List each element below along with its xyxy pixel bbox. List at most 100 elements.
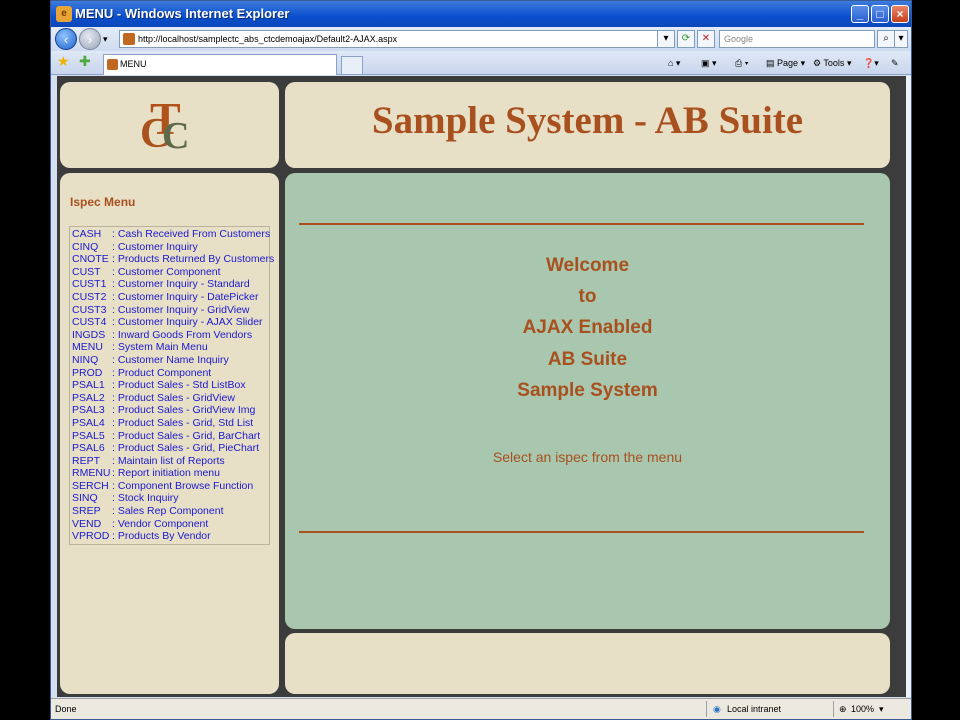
maximize-button[interactable]: □	[871, 5, 889, 23]
menu-item-code: SERCH	[72, 479, 109, 492]
history-dropdown-icon[interactable]: ▾	[103, 31, 108, 47]
menu-item-cash[interactable]: CASH: Cash Received From Customers	[70, 228, 270, 241]
menu-item-code: NINQ	[72, 353, 99, 366]
menu-item-label: : Inward Goods From Vendors	[112, 328, 253, 341]
feeds-icon[interactable]: ▣ ▾	[701, 55, 717, 71]
welcome-line-2: to	[578, 286, 597, 307]
address-dropdown-icon[interactable]: ▾	[657, 30, 675, 48]
zoom-level[interactable]: 100%	[851, 704, 874, 714]
menu-item-label: : Customer Component	[112, 265, 221, 278]
menu-item-psal6[interactable]: PSAL6 : Product Sales - Grid, PieChart	[70, 442, 269, 455]
help-icon[interactable]: ❓▾	[863, 55, 879, 71]
menu-item-code: PSAL1	[72, 379, 105, 392]
menu-item-psal1[interactable]: PSAL1 : Product Sales - Std ListBox	[70, 379, 269, 392]
menu-item-psal2[interactable]: PSAL2: Product Sales - GridView	[70, 392, 269, 405]
menu-item-code: MENU	[72, 341, 103, 354]
menu-item-label: : Product Sales - Std ListBox	[112, 379, 246, 392]
menu-item-menu[interactable]: MENU : System Main Menu	[70, 341, 269, 354]
menu-item-label: : Product Sales - Grid, PieChart	[112, 442, 260, 455]
menu-item-code: CUST	[72, 265, 101, 278]
ispec-menu-list: CASH: Cash Received From Customers CINQ : …	[69, 226, 274, 545]
page-icon: ▤	[766, 58, 775, 68]
zoom-dropdown-icon[interactable]: ▾	[879, 704, 884, 715]
menu-item-cinq[interactable]: CINQ : Customer Inquiry	[70, 241, 269, 254]
minimize-button[interactable]: _	[851, 5, 869, 23]
menu-item-psal3[interactable]: PSAL3: Product Sales - GridView Img	[70, 404, 269, 417]
window-title: MENU - Windows Internet Explorer	[75, 6, 290, 21]
menu-item-serch[interactable]: SERCH: Component Browse Function	[70, 480, 269, 493]
menu-item-code: PSAL5	[72, 429, 105, 442]
logo-panel: T C C	[60, 82, 279, 168]
menu-panel: Ispec Menu CASH: Cash Received From Cust…	[60, 173, 279, 694]
print-icon[interactable]: ⎙ ▾	[735, 55, 748, 71]
menu-item-cnote[interactable]: CNOTE: Products Returned By Customers	[70, 253, 274, 266]
menu-item-label: : Customer Name Inquiry	[112, 353, 229, 366]
forward-button[interactable]: ›	[79, 28, 101, 50]
menu-item-label: : Component Browse Function	[112, 479, 254, 492]
menu-item-ingds[interactable]: INGDS : Inward Goods From Vendors	[70, 329, 269, 342]
menu-item-code: RMENU	[72, 467, 111, 480]
tools-menu-label: Tools	[823, 58, 845, 68]
welcome-line-3: AJAX Enabled	[522, 317, 653, 338]
menu-item-label: : Customer Inquiry	[112, 240, 198, 253]
menu-item-vend[interactable]: VEND: Vendor Component	[70, 518, 269, 531]
favorites-star-icon[interactable]: ★	[57, 53, 70, 70]
menu-item-label: : Report initiation menu	[112, 467, 220, 480]
menu-item-label: : Customer Inquiry - Standard	[112, 278, 250, 291]
menu-item-cust3[interactable]: CUST3: Customer Inquiry - GridView	[70, 304, 269, 317]
add-favorites-icon[interactable]: ✚	[79, 53, 91, 70]
address-row: ‹ › ▾ http://localhost/samplectc_abs_ctc…	[51, 27, 911, 51]
app-title: Sample System - AB Suite	[371, 99, 804, 142]
tab-label: MENU	[120, 59, 147, 69]
gear-icon: ⚙	[813, 58, 822, 68]
search-icon[interactable]: ⌕	[877, 30, 895, 48]
new-tab-button[interactable]	[341, 56, 363, 74]
menu-item-code: CNOTE	[72, 253, 109, 266]
stop-icon[interactable]: ✕	[697, 30, 715, 48]
address-bar[interactable]: http://localhost/samplectc_abs_ctcdemoaj…	[119, 30, 671, 48]
menu-item-psal4[interactable]: PSAL4: Product Sales - Grid, Std List	[70, 417, 269, 430]
menu-item-cust4[interactable]: CUST4: Customer Inquiry - AJAX Slider	[70, 316, 269, 329]
zoom-icon[interactable]: ⊕	[839, 704, 847, 715]
menu-item-label: : System Main Menu	[112, 341, 208, 354]
search-options-icon[interactable]: ▾	[894, 30, 908, 48]
back-button[interactable]: ‹	[55, 28, 77, 50]
close-button[interactable]: ×	[891, 5, 909, 23]
home-icon[interactable]: ⌂ ▾	[668, 55, 680, 71]
menu-item-code: CUST1	[72, 278, 107, 291]
menu-item-code: PSAL3	[72, 404, 105, 417]
menu-item-label: : Vendor Component	[112, 517, 209, 530]
menu-item-code: CUST2	[72, 290, 107, 303]
tools-menu-button[interactable]: ⚙ Tools ▾	[813, 55, 851, 71]
tab-menu[interactable]: MENU	[103, 54, 337, 75]
intranet-icon: ◉	[713, 704, 721, 714]
menu-item-cust[interactable]: CUST : Customer Component	[70, 266, 269, 279]
welcome-panel: Welcome to AJAX Enabled AB Suite Sample …	[285, 173, 890, 629]
research-icon[interactable]: ✎	[891, 55, 899, 71]
refresh-icon[interactable]: ⟳	[677, 30, 695, 48]
menu-item-code: INGDS	[72, 328, 106, 341]
menu-item-ninq[interactable]: NINQ : Customer Name Inquiry	[70, 354, 269, 367]
address-url: http://localhost/samplectc_abs_ctcdemoaj…	[138, 34, 398, 44]
menu-item-rept[interactable]: REPT: Maintain list of Reports	[70, 455, 269, 468]
menu-item-cust2[interactable]: CUST2: Customer Inquiry - DatePicker	[70, 291, 269, 304]
menu-item-label: : Product Sales - Grid, BarChart	[112, 429, 261, 442]
menu-item-rmenu[interactable]: RMENU: Report initiation menu	[70, 467, 269, 480]
menu-item-code: SINQ	[72, 492, 98, 505]
menu-item-srep[interactable]: SREP: Sales Rep Component	[70, 505, 269, 518]
menu-item-sinq[interactable]: SINQ: Stock Inquiry	[70, 492, 269, 505]
menu-item-code: PSAL2	[72, 391, 105, 404]
vertical-scrollbar[interactable]	[906, 76, 911, 697]
menu-item-code: CINQ	[72, 240, 99, 253]
menu-item-cust1[interactable]: CUST1 : Customer Inquiry - Standard	[70, 278, 269, 291]
menu-item-label: : Products Returned By Customers	[112, 253, 275, 266]
menu-item-psal5[interactable]: PSAL5 : Product Sales - Grid, BarChart	[70, 430, 269, 443]
title-panel: Sample System - AB Suite	[285, 82, 890, 168]
search-input[interactable]: Google	[719, 30, 875, 48]
page-menu-button[interactable]: ▤ Page ▾	[766, 55, 805, 71]
menu-item-prod[interactable]: PROD: Product Component	[70, 367, 269, 380]
menu-item-code: PSAL4	[72, 416, 105, 429]
menu-item-code: PSAL6	[72, 442, 105, 455]
menu-item-vprod[interactable]: VPROD: Products By Vendor	[70, 530, 269, 543]
menu-item-code: CUST4	[72, 316, 107, 329]
